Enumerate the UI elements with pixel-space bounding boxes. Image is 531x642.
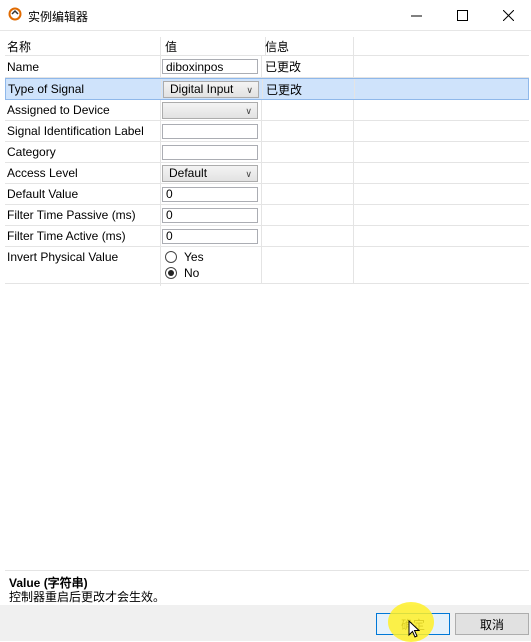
radio-option[interactable]: Yes [165,249,204,265]
empty-cell [352,205,529,225]
property-value-cell: Digital Input ∨ [162,79,263,99]
value-dropdown[interactable]: Default ∨ [162,164,258,182]
property-info [263,142,354,162]
dropdown-selected-value: Default [169,166,208,180]
property-name: Access Level [5,163,161,183]
empty-cell [352,100,529,120]
property-info [263,121,354,141]
property-name: Category [5,142,161,162]
cancel-button[interactable]: 取消 [455,613,529,635]
app-editor-icon [8,7,22,21]
empty-cell [353,79,528,99]
dropdown-selected-value: Digital Input [170,82,234,96]
radio-group: Yes No [165,249,204,281]
help-panel: Value (字符串) 控制器重启后更改才会生效。 [5,570,529,604]
column-header-value[interactable]: 值 [161,37,266,55]
property-row[interactable]: Default Value 0 [5,184,529,205]
empty-cell [352,247,529,283]
radio-label: No [184,266,200,280]
property-info: 已更改 [263,56,354,77]
maximize-icon [456,9,468,21]
empty-cell [352,56,529,77]
property-value-cell [161,121,262,141]
empty-cell [352,163,529,183]
property-value-cell: diboxinpos [161,56,262,77]
empty-cell [352,142,529,162]
property-name: Filter Time Passive (ms) [5,205,161,225]
property-row[interactable]: Type of Signal Digital Input ∨ 已更改 [5,78,529,100]
value-text-field[interactable] [162,123,258,139]
close-button[interactable] [485,0,531,30]
property-row[interactable]: Filter Time Active (ms) 0 [5,226,529,247]
empty-cell [352,184,529,204]
minimize-icon [410,15,422,16]
grid-header: 名称 值 信息 [5,37,529,56]
property-info [263,100,354,120]
value-dropdown[interactable]: Digital Input ∨ [163,80,259,98]
property-value-cell: Default ∨ [161,163,262,183]
column-header-empty [352,37,529,55]
value-dropdown[interactable]: ∨ [162,101,258,119]
property-row[interactable]: Invert Physical Value Yes No [5,247,529,286]
maximize-button[interactable] [439,0,485,30]
property-info [263,205,354,225]
property-info [263,226,354,246]
property-name: Filter Time Active (ms) [5,226,161,246]
empty-cell [352,121,529,141]
property-name: Signal Identification Label [5,121,161,141]
value-text-field[interactable]: 0 [162,228,258,244]
property-row[interactable]: Signal Identification Label [5,121,529,142]
property-value-cell: 0 [161,184,262,204]
minimize-button[interactable] [393,0,439,30]
chevron-down-icon: ∨ [245,105,252,116]
help-description: 控制器重启后更改才会生效。 [9,590,166,604]
property-name: Type of Signal [6,79,162,99]
property-name: Default Value [5,184,161,204]
value-text-field[interactable]: diboxinpos [162,59,258,74]
property-row[interactable]: Category [5,142,529,163]
column-header-name[interactable]: 名称 [5,37,161,55]
property-value-cell: ∨ [161,100,262,120]
radio-button-icon[interactable] [165,251,177,263]
property-value-cell [161,142,262,162]
radio-button-icon[interactable] [165,267,177,279]
value-text-field[interactable]: 0 [162,207,258,223]
close-icon [502,9,514,21]
property-grid: 名称 值 信息 Name diboxinpos 已更改 Type of Signal D… [5,37,529,286]
property-row[interactable]: Name diboxinpos 已更改 [5,56,529,78]
column-header-info[interactable]: 信息 [263,37,354,55]
chevron-down-icon: ∨ [245,168,252,179]
dialog-footer: 确定 取消 [0,605,531,641]
empty-cell [352,226,529,246]
property-row[interactable]: Access Level Default ∨ [5,163,529,184]
radio-label: Yes [184,250,204,264]
property-row[interactable]: Filter Time Passive (ms) 0 [5,205,529,226]
window-title: 实例编辑器 [28,10,89,24]
property-info [263,247,354,283]
property-info: 已更改 [264,79,355,99]
value-text-field[interactable] [162,144,258,160]
mouse-pointer-icon [408,620,420,638]
property-value-cell: 0 [161,226,262,246]
property-info [263,184,354,204]
property-name: Assigned to Device [5,100,161,120]
title-bar: 实例编辑器 [0,0,531,31]
radio-option[interactable]: No [165,265,204,281]
property-name: Name [5,56,161,77]
property-info [263,163,354,183]
value-text-field[interactable]: 0 [162,186,258,202]
property-name: Invert Physical Value [5,247,161,286]
property-value-cell: Yes No [161,247,262,283]
property-row[interactable]: Assigned to Device ∨ [5,100,529,121]
property-value-cell: 0 [161,205,262,225]
chevron-down-icon: ∨ [246,84,253,95]
